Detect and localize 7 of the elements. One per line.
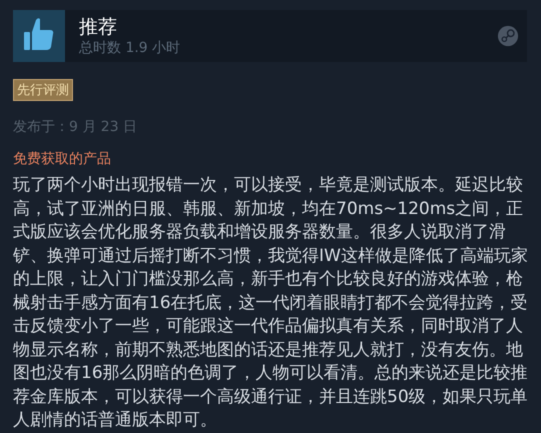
steam-logo-icon	[497, 25, 519, 47]
early-access-review-badge: 先行评测	[13, 79, 73, 101]
posted-date: 发布于：9 月 23 日	[13, 118, 138, 136]
review-verdict: 推荐	[79, 15, 118, 39]
free-product-note: 免费获取的产品	[13, 150, 111, 168]
playtime-text: 总时数 1.9 小时	[79, 39, 182, 57]
review-text: 玩了两个小时出现报错一次，可以接受，毕竟是测试版本。延迟比较高，试了亚洲的日服、韩服、新加坡，均在70ms~120ms之间，正式版应该会优化服务器负载和增设服务器数量。很多人说取消了滑铲、换弹可通过后摇打断不习惯，我觉得IW这样做是降低了高端玩家的上限，让入门门槛没那么高，新手也有个比较良好的游戏体验，枪械射击手感方面有16在托底，这一代闭着眼睛打都不会觉得拉跨，受击反馈变小了一些，可能跟这一代作品偏拟真有关系，同时取消了人物显示名称，前期不熟悉地图的话还是推荐见人就打，没有友伤。地图也没有16那么阴暗的色调了，人物可以看清。总的来说还是比较推荐金库版本，可以获得一个高级通行证，并且连跳50级，如果只玩单人剧情的话普通版本即可。	[13, 174, 529, 432]
